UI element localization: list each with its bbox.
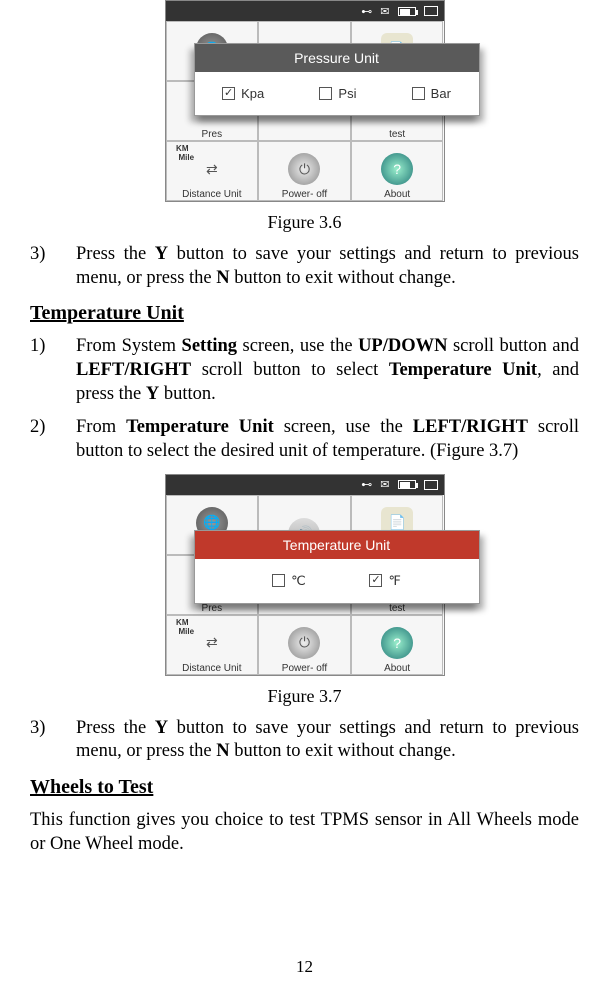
- cell-label: test: [389, 603, 405, 614]
- option-bar[interactable]: Bar: [412, 86, 451, 101]
- cell-label: Pres: [202, 129, 223, 140]
- checkbox-icon: [412, 87, 425, 100]
- cell-label: test: [389, 129, 405, 140]
- battery-icon: [398, 7, 416, 16]
- dialog-title: Temperature Unit: [195, 531, 479, 559]
- grid-cell-poweroff[interactable]: ⏻ Power- off: [258, 141, 351, 201]
- cell-label: Power- off: [282, 663, 327, 674]
- list-number: 2): [30, 416, 52, 463]
- temperature-unit-dialog: Temperature Unit ℃ ✓℉: [194, 530, 480, 604]
- checkbox-icon: ✓: [222, 87, 235, 100]
- arrows-icon: ⇄: [196, 153, 228, 185]
- cell-label: Power- off: [282, 189, 327, 200]
- paragraph-wheels: This function gives you choice to test T…: [30, 809, 579, 856]
- screen-icon: [424, 6, 438, 16]
- status-bar: ⊷ ✉: [166, 475, 444, 495]
- option-fahrenheit[interactable]: ✓℉: [369, 573, 400, 589]
- mail-icon: ✉: [380, 478, 389, 491]
- question-icon: ?: [381, 153, 413, 185]
- heading-temperature-unit: Temperature Unit: [30, 302, 579, 325]
- cell-label: About: [384, 189, 410, 200]
- option-label: Psi: [338, 86, 356, 101]
- list-text: Press the Y button to save your settings…: [76, 243, 579, 290]
- option-psi[interactable]: Psi: [319, 86, 356, 101]
- cell-label: About: [384, 663, 410, 674]
- figure-3-7: ⊷ ✉ 🌐La 🔊 📄at Pres test KMMile⇄Distance …: [30, 474, 579, 707]
- usb-icon: ⊷: [361, 478, 372, 491]
- mile-label: Mile: [171, 153, 195, 162]
- power-icon: ⏻: [288, 153, 320, 185]
- km-label: KM: [176, 144, 188, 153]
- list-item-2b: 2) From Temperature Unit screen, use the…: [30, 416, 579, 463]
- grid-cell-distance[interactable]: KMMile⇄ Distance Unit: [166, 141, 259, 201]
- pressure-unit-dialog: Pressure Unit ✓ Kpa Psi Bar: [194, 43, 480, 116]
- device-screen-1: ⊷ ✉ 🌐La 🔊 📄at Pres test KMMile⇄Distance …: [165, 0, 445, 202]
- option-label: ℉: [388, 573, 400, 589]
- checkbox-icon: [272, 574, 285, 587]
- cell-label: Distance Unit: [182, 189, 241, 200]
- figure-caption-3-6: Figure 3.6: [30, 212, 579, 233]
- power-icon: ⏻: [288, 627, 320, 659]
- status-bar: ⊷ ✉: [166, 1, 444, 21]
- grid-cell-about[interactable]: ? About: [351, 141, 444, 201]
- option-celsius[interactable]: ℃: [272, 573, 306, 589]
- option-label: Bar: [431, 86, 451, 101]
- dialog-options-row: ℃ ✓℉: [195, 559, 479, 603]
- km-label: KM: [176, 618, 188, 627]
- mail-icon: ✉: [380, 5, 389, 18]
- cell-label: Pres: [202, 603, 223, 614]
- usb-icon: ⊷: [361, 5, 372, 18]
- figure-caption-3-7: Figure 3.7: [30, 686, 579, 707]
- mile-label: Mile: [171, 627, 195, 636]
- option-kpa[interactable]: ✓ Kpa: [222, 86, 264, 101]
- device-screen-2: ⊷ ✉ 🌐La 🔊 📄at Pres test KMMile⇄Distance …: [165, 474, 445, 676]
- list-number: 3): [30, 717, 52, 764]
- checkbox-icon: ✓: [369, 574, 382, 587]
- grid-cell-distance[interactable]: KMMile⇄ Distance Unit: [166, 615, 259, 675]
- battery-icon: [398, 480, 416, 489]
- grid-cell-about[interactable]: ? About: [351, 615, 444, 675]
- list-number: 1): [30, 335, 52, 406]
- list-number: 3): [30, 243, 52, 290]
- question-icon: ?: [381, 627, 413, 659]
- list-item-1b: 1) From System Setting screen, use the U…: [30, 335, 579, 406]
- list-item-3a: 3) Press the Y button to save your setti…: [30, 243, 579, 290]
- option-label: Kpa: [241, 86, 264, 101]
- dialog-options-row: ✓ Kpa Psi Bar: [195, 72, 479, 115]
- page-number: 12: [0, 957, 609, 977]
- heading-wheels-to-test: Wheels to Test: [30, 776, 579, 799]
- list-text: From System Setting screen, use the UP/D…: [76, 335, 579, 406]
- grid-cell-poweroff[interactable]: ⏻ Power- off: [258, 615, 351, 675]
- cell-label: Distance Unit: [182, 663, 241, 674]
- arrows-icon: ⇄: [196, 627, 228, 659]
- screen-icon: [424, 480, 438, 490]
- list-text: Press the Y button to save your settings…: [76, 717, 579, 764]
- list-item-3b: 3) Press the Y button to save your setti…: [30, 717, 579, 764]
- checkbox-icon: [319, 87, 332, 100]
- list-text: From Temperature Unit screen, use the LE…: [76, 416, 579, 463]
- figure-3-6: ⊷ ✉ 🌐La 🔊 📄at Pres test KMMile⇄Distance …: [30, 0, 579, 233]
- dialog-title: Pressure Unit: [195, 44, 479, 72]
- option-label: ℃: [291, 573, 306, 589]
